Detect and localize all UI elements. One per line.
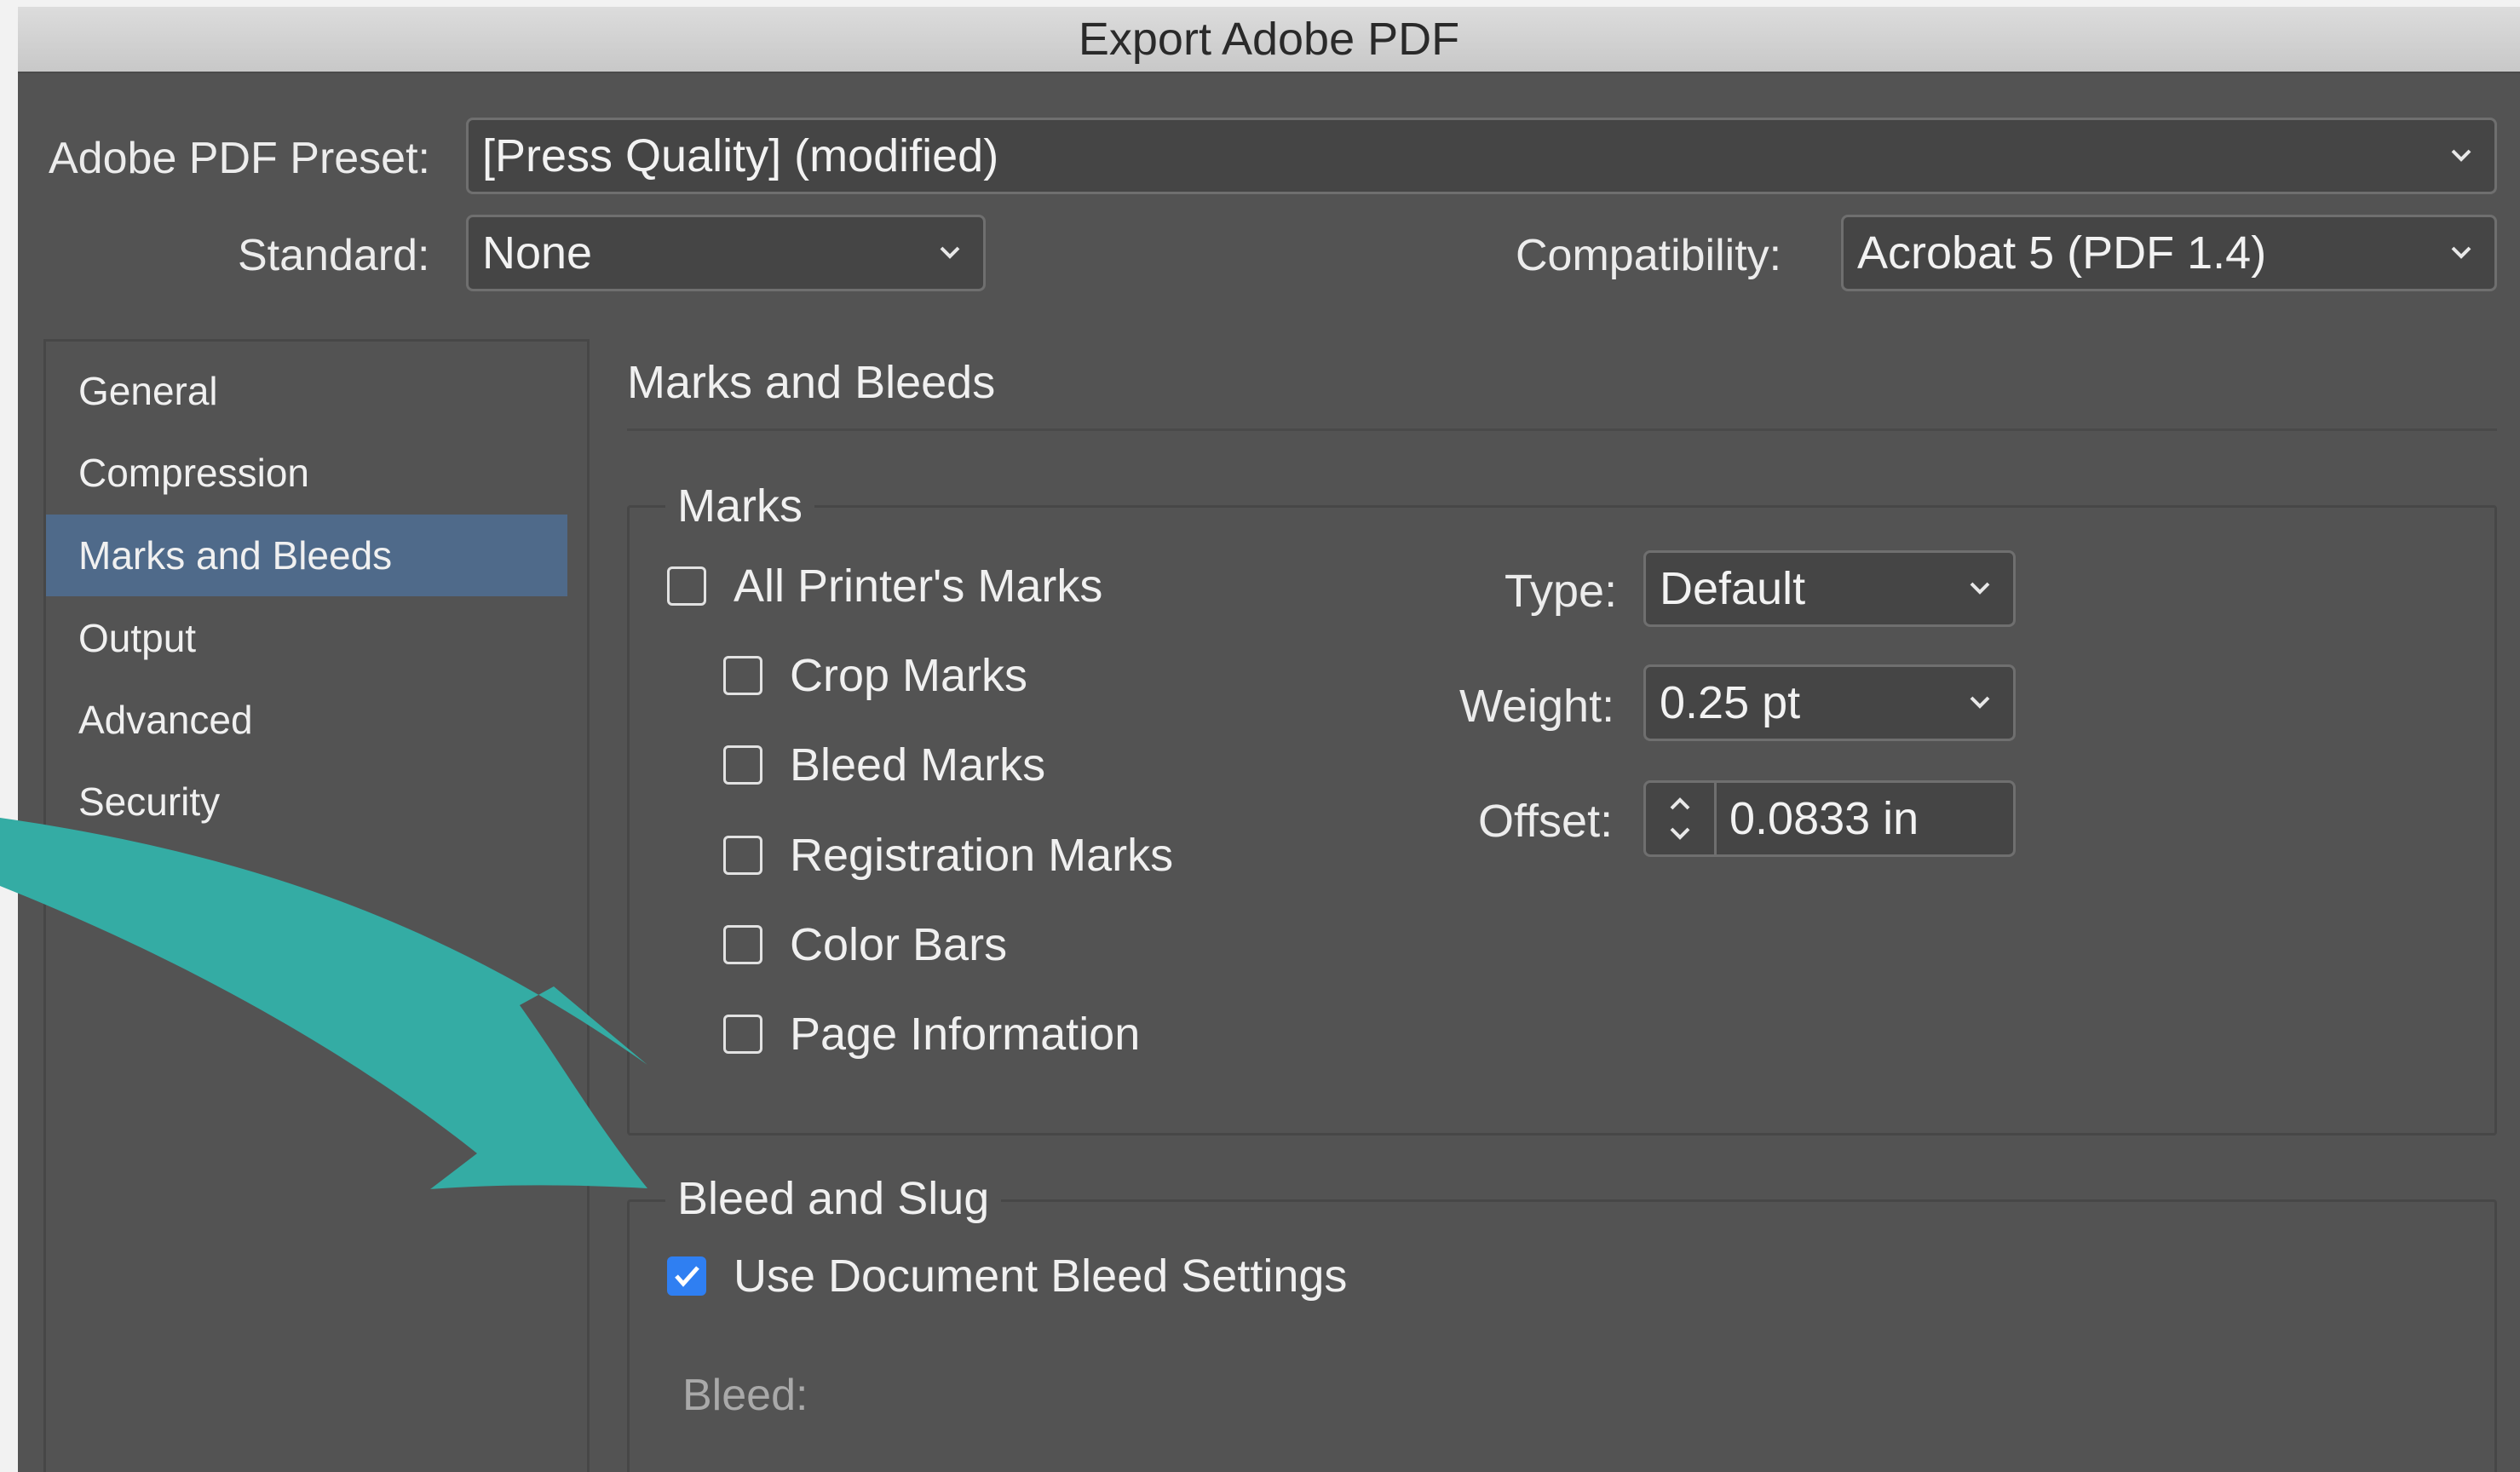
export-pdf-dialog: Export Adobe PDF Adobe PDF Preset: [Pres…: [18, 7, 2520, 1472]
window-title: Export Adobe PDF: [1078, 14, 1460, 65]
checkmark-icon: [675, 1266, 699, 1287]
registration-marks-label: Registration Marks: [790, 830, 1174, 881]
checkbox-box[interactable]: [667, 566, 706, 606]
sidebar-item-advanced[interactable]: Advanced: [46, 679, 567, 761]
chevron-down-icon: [1970, 582, 1990, 595]
sidebar-item-general[interactable]: General: [46, 350, 567, 432]
chevron-down-icon: [2451, 149, 2471, 162]
bleed-slug-group: [627, 1199, 2497, 1472]
page-information-label: Page Information: [790, 1009, 1141, 1060]
offset-stepper[interactable]: 0.0833 in: [1643, 780, 2016, 857]
sidebar-nav: General Compression Marks and Bleeds Out…: [43, 339, 590, 1472]
bleed-slug-legend: Bleed and Slug: [665, 1172, 1002, 1225]
sidebar-item-security[interactable]: Security: [46, 761, 567, 842]
standard-dropdown[interactable]: None: [466, 215, 986, 291]
bleed-marks-label: Bleed Marks: [790, 739, 1046, 791]
sidebar-item-compression[interactable]: Compression: [46, 432, 567, 514]
stepper-arrows[interactable]: [1646, 783, 1717, 854]
preset-value: [Press Quality] (modified): [482, 130, 999, 181]
use-document-bleed-label: Use Document Bleed Settings: [734, 1251, 1348, 1302]
crop-marks-label: Crop Marks: [790, 650, 1028, 701]
marks-legend: Marks: [665, 480, 814, 532]
chevron-down-icon: [2451, 246, 2471, 259]
checkbox-box[interactable]: [723, 836, 762, 875]
all-printers-marks-label: All Printer's Marks: [734, 561, 1103, 612]
weight-dropdown[interactable]: 0.25 pt: [1643, 664, 2016, 741]
sidebar-item-marks-and-bleeds[interactable]: Marks and Bleeds: [46, 515, 567, 596]
compatibility-dropdown[interactable]: Acrobat 5 (PDF 1.4): [1841, 215, 2497, 291]
chevron-down-icon: [1970, 696, 1990, 709]
weight-label: Weight:: [1459, 681, 1615, 732]
color-bars-label: Color Bars: [790, 919, 1008, 970]
checkbox-box[interactable]: [723, 745, 762, 785]
checkbox-box[interactable]: [667, 1256, 706, 1296]
offset-label: Offset:: [1478, 796, 1614, 847]
title-bar: Export Adobe PDF: [18, 7, 2520, 73]
checkbox-box[interactable]: [723, 925, 762, 964]
checkbox-box[interactable]: [723, 1015, 762, 1054]
type-dropdown[interactable]: Default: [1643, 550, 2016, 627]
weight-value: 0.25 pt: [1660, 677, 1801, 728]
type-value: Default: [1660, 563, 1806, 614]
sidebar-item-output[interactable]: Output: [46, 597, 567, 679]
chevron-down-icon: [940, 246, 960, 259]
compatibility-label: Compatibility:: [1516, 231, 1782, 280]
section-title: Marks and Bleeds: [627, 357, 996, 408]
offset-input[interactable]: 0.0833 in: [1729, 783, 1919, 854]
stepper-up-down-icon: [1670, 797, 1690, 840]
bleed-label: Bleed:: [682, 1371, 808, 1420]
standard-value: None: [482, 227, 593, 279]
compatibility-value: Acrobat 5 (PDF 1.4): [1857, 227, 2267, 279]
standard-label: Standard:: [238, 231, 430, 280]
checkbox-box[interactable]: [723, 656, 762, 695]
type-label: Type:: [1505, 566, 1618, 617]
preset-label: Adobe PDF Preset:: [49, 134, 430, 183]
preset-dropdown[interactable]: [Press Quality] (modified): [466, 118, 2497, 194]
section-divider: [627, 428, 2497, 431]
